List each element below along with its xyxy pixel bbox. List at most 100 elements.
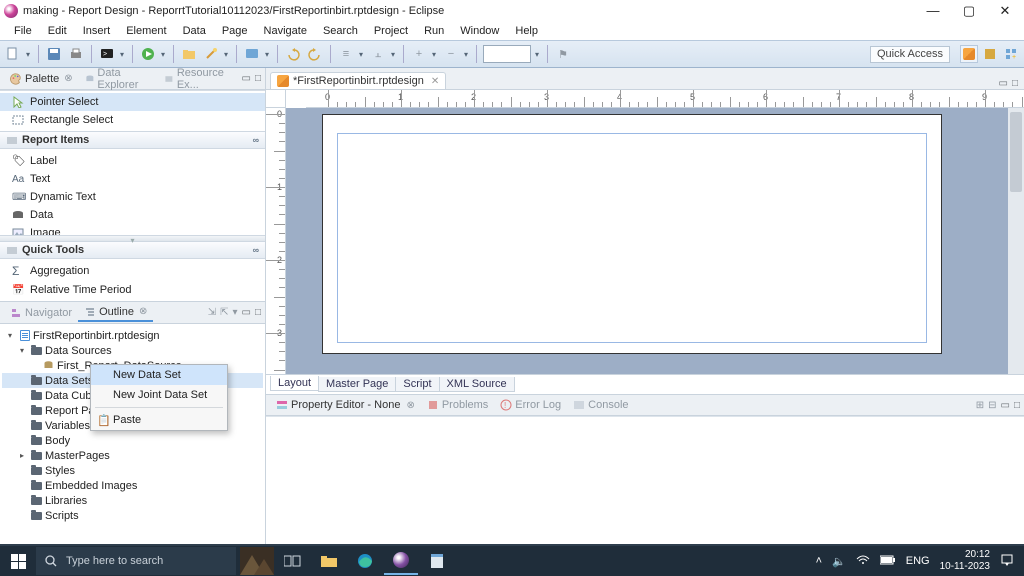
palette-item-data[interactable]: Data [0, 206, 265, 224]
window-maximize-button[interactable]: ▢ [960, 3, 978, 19]
ctx-new-data-set[interactable]: New Data Set [91, 365, 227, 385]
sidebar-maximize-icon[interactable]: □ [255, 73, 261, 84]
save-button[interactable] [45, 45, 63, 63]
report-body-region[interactable] [337, 133, 927, 343]
tab-outline[interactable]: Outline ⊗ [78, 304, 153, 322]
tray-wifi-icon[interactable] [856, 554, 870, 569]
taskbar-task-view[interactable] [276, 547, 310, 575]
palette-item-dynamic-text[interactable]: ⌨Dynamic Text [0, 188, 265, 206]
tab-data-explorer[interactable]: Data Explorer [79, 65, 158, 93]
palette-pointer-select[interactable]: Pointer Select [0, 93, 265, 111]
editor-minimize-icon[interactable]: ▭ [999, 78, 1008, 89]
perspective-open-icon[interactable]: + [1002, 45, 1020, 63]
ctx-new-joint-data-set[interactable]: New Joint Data Set [91, 385, 227, 405]
tab-error-log[interactable]: ! Error Log [494, 397, 567, 413]
outline-expand-icon[interactable]: ⇲ [208, 307, 216, 318]
menu-edit[interactable]: Edit [40, 24, 75, 38]
window-close-button[interactable]: ✕ [996, 3, 1014, 19]
collapse-icon[interactable]: ∞ [253, 135, 259, 145]
tab-resource-explorer[interactable]: Resource Ex... [158, 65, 241, 93]
menu-element[interactable]: Element [118, 24, 174, 38]
prop-toggle-1-icon[interactable]: ⊞ [976, 400, 984, 411]
tray-volume-icon[interactable]: 🔈 [832, 555, 846, 568]
collapse-icon[interactable]: ∞ [253, 245, 259, 255]
magic-button[interactable] [202, 45, 220, 63]
tray-notifications-icon[interactable] [1000, 553, 1014, 570]
btab-xml-source[interactable]: XML Source [439, 377, 515, 392]
undo-button[interactable] [284, 45, 302, 63]
design-canvas[interactable] [286, 108, 1024, 374]
tree-scripts[interactable]: Scripts [2, 508, 263, 523]
palette-item-image[interactable]: Image [0, 224, 265, 235]
editor-maximize-icon[interactable]: □ [1012, 78, 1018, 89]
taskbar-notepad[interactable] [420, 547, 454, 575]
align-left-button[interactable]: ≡ [337, 45, 355, 63]
menu-help[interactable]: Help [507, 24, 546, 38]
taskbar-file-explorer[interactable] [312, 547, 346, 575]
redo-button[interactable] [306, 45, 324, 63]
tree-root[interactable]: ▾FirstReportinbirt.rptdesign [2, 328, 263, 343]
palette-item-relative-time[interactable]: 📅Relative Time Period [0, 281, 265, 299]
prop-maximize-icon[interactable]: □ [1014, 400, 1020, 411]
editor-tab-close-icon[interactable]: ✕ [431, 76, 439, 87]
tab-problems[interactable]: Problems [421, 397, 494, 413]
zoom-in-button[interactable]: + [410, 45, 428, 63]
terminal-button[interactable]: > [98, 45, 116, 63]
palette-header-report-items[interactable]: Report Items ∞ [0, 131, 265, 149]
outline-view-menu-icon[interactable]: ▾ [232, 307, 237, 318]
menu-insert[interactable]: Insert [75, 24, 119, 38]
pin-icon[interactable]: ⊗ [139, 306, 147, 317]
tab-palette[interactable]: Palette ⊗ [4, 71, 79, 87]
taskbar-edge[interactable] [348, 547, 382, 575]
sidebar-minimize-icon[interactable]: ▭ [242, 73, 251, 84]
palette-rectangle-select[interactable]: Rectangle Select [0, 111, 265, 129]
menu-search[interactable]: Search [315, 24, 366, 38]
tray-chevron-up-icon[interactable]: ˄ [816, 555, 822, 567]
tray-time[interactable]: 20:12 [940, 549, 990, 561]
perspective-resource-icon[interactable] [981, 45, 999, 63]
toggle-flag-button[interactable]: ⚑ [554, 45, 572, 63]
menu-project[interactable]: Project [366, 24, 416, 38]
btab-master-page[interactable]: Master Page [318, 377, 396, 392]
tab-navigator[interactable]: Navigator [4, 305, 78, 321]
windows-start-button[interactable] [0, 545, 36, 576]
tree-libraries[interactable]: Libraries [2, 493, 263, 508]
tray-battery-icon[interactable] [880, 555, 896, 568]
tray-date[interactable]: 10-11-2023 [940, 561, 990, 573]
menu-window[interactable]: Window [452, 24, 507, 38]
taskbar-background[interactable] [240, 547, 274, 575]
menu-run[interactable]: Run [416, 24, 452, 38]
report-page[interactable] [322, 114, 942, 354]
tab-console[interactable]: Console [567, 397, 634, 413]
tree-data-sources[interactable]: ▾Data Sources [2, 343, 263, 358]
taskbar-search[interactable]: Type here to search [36, 547, 236, 575]
menu-data[interactable]: Data [175, 24, 214, 38]
tree-body[interactable]: Body [2, 433, 263, 448]
pin-icon[interactable]: ⊗ [406, 400, 414, 411]
outline-minimize-icon[interactable]: ▭ [242, 307, 251, 318]
align-top-button[interactable]: ⫠ [369, 45, 387, 63]
palette-item-text[interactable]: AaText [0, 170, 265, 188]
tree-master-pages[interactable]: ▸MasterPages [2, 448, 263, 463]
ctx-paste[interactable]: 📋Paste [91, 410, 227, 430]
menu-page[interactable]: Page [214, 24, 256, 38]
menu-file[interactable]: File [6, 24, 40, 38]
window-minimize-button[interactable]: — [924, 3, 942, 19]
editor-tab-active[interactable]: *FirstReportinbirt.rptdesign ✕ [270, 72, 446, 89]
zoom-dropdown[interactable] [483, 45, 531, 63]
print-button[interactable] [67, 45, 85, 63]
menu-navigate[interactable]: Navigate [256, 24, 315, 38]
btab-layout[interactable]: Layout [270, 376, 319, 391]
view-button[interactable] [243, 45, 261, 63]
new-button[interactable] [4, 45, 22, 63]
new-folder-button[interactable] [180, 45, 198, 63]
taskbar-eclipse[interactable] [384, 547, 418, 575]
palette-item-label[interactable]: 🏷Label [0, 151, 265, 170]
tray-language[interactable]: ENG [906, 555, 930, 567]
perspective-report-icon[interactable] [960, 45, 978, 63]
tree-styles[interactable]: Styles [2, 463, 263, 478]
btab-script[interactable]: Script [395, 377, 439, 392]
vertical-scrollbar[interactable] [1008, 108, 1024, 374]
pin-icon[interactable]: ⊗ [64, 73, 72, 84]
prop-minimize-icon[interactable]: ▭ [1001, 400, 1010, 411]
